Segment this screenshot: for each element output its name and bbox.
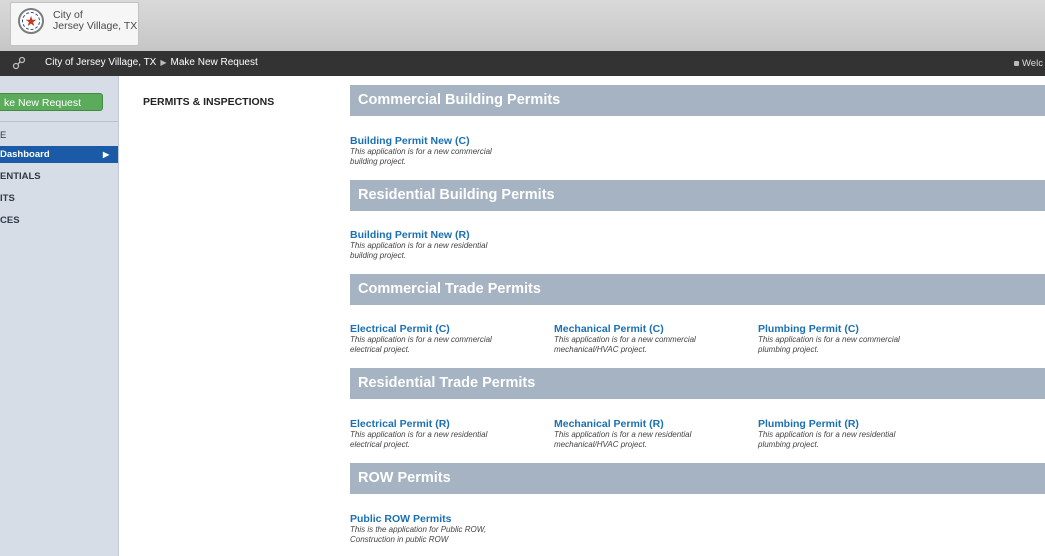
sidebar-item-label: Dashboard (0, 149, 50, 160)
city-seal-icon: ★ (18, 8, 44, 34)
sidebar-item-home[interactable]: E (0, 129, 118, 143)
sidebar-item-label: CES (0, 215, 20, 226)
sidebar-item-invoices[interactable]: CES (0, 214, 118, 228)
sidebar-item-label: E (0, 130, 7, 141)
sidebar-item-label: ENTIALS (0, 171, 41, 182)
permit-description: This application is for a new commercial (554, 335, 696, 344)
permit-link[interactable]: Building Permit New (R) (350, 229, 540, 241)
permit-description: This application is for a new commercial (350, 335, 492, 344)
chevron-right-icon: ▶ (160, 58, 167, 67)
link-icon[interactable] (12, 56, 26, 70)
permit-description: This is the application for Public ROW, (350, 525, 487, 534)
permit-card: Building Permit New (C) This application… (350, 135, 540, 166)
permit-card: Electrical Permit (R) This application i… (350, 418, 540, 449)
permit-description: mechanical/HVAC project. (554, 344, 647, 354)
chevron-right-icon: ▶ (103, 150, 110, 159)
permit-link[interactable]: Electrical Permit (C) (350, 323, 540, 335)
permit-description: plumbing project. (758, 344, 819, 354)
city-name-line2: Jersey Village, TX (53, 20, 138, 32)
permit-description: This application is for a new commercial (758, 335, 900, 344)
sidebar-item-label: ITS (0, 193, 15, 204)
permit-card: Public ROW Permits This is the applicati… (350, 513, 540, 544)
permit-card: Electrical Permit (C) This application i… (350, 323, 540, 354)
city-logo[interactable]: ★ City of Jersey Village, TX (10, 2, 139, 46)
permit-link[interactable]: Electrical Permit (R) (350, 418, 540, 430)
sidebar-item-credentials[interactable]: ENTIALS (0, 170, 118, 184)
sidebar-item-dashboard[interactable]: Dashboard ▶ (0, 146, 118, 163)
sidebar-divider (0, 121, 118, 122)
permit-card: Plumbing Permit (C) This application is … (758, 323, 948, 354)
category-header-row: ROW Permits (350, 463, 1045, 494)
sidebar: ke New Request E Dashboard ▶ ENTIALS ITS … (0, 76, 119, 556)
permit-link[interactable]: Plumbing Permit (R) (758, 418, 948, 430)
city-name: City of Jersey Village, TX (53, 10, 137, 32)
make-new-request-button[interactable]: ke New Request (0, 93, 103, 111)
permit-description: This application is for a new commercial (350, 147, 492, 156)
permit-link[interactable]: Public ROW Permits (350, 513, 540, 525)
permit-description: This application is for a new residentia… (350, 241, 488, 250)
permit-link[interactable]: Building Permit New (C) (350, 135, 540, 147)
permit-description: This application is for a new residentia… (758, 430, 896, 439)
welcome-text: Welc (1022, 58, 1043, 69)
permit-description: This application is for a new residentia… (350, 430, 488, 439)
permit-description: building project. (350, 156, 407, 166)
permit-description: This application is for a new residentia… (554, 430, 692, 439)
welcome-menu[interactable]: Welc (1014, 58, 1043, 69)
sidebar-item-permits[interactable]: ITS (0, 192, 118, 206)
breadcrumb: City of Jersey Village, TX ▶ Make New Requ… (45, 57, 258, 68)
category-header-commercial-trade: Commercial Trade Permits (350, 274, 1045, 305)
category-header-residential-building: Residential Building Permits (350, 180, 1045, 211)
permit-card: Mechanical Permit (R) This application i… (554, 418, 744, 449)
permit-description: Construction in public ROW (350, 534, 449, 544)
user-icon (1014, 61, 1019, 66)
category-header-commercial-building: Commercial Building Permits (350, 85, 1045, 116)
permit-description: building project. (350, 250, 407, 260)
permit-link[interactable]: Mechanical Permit (R) (554, 418, 744, 430)
category-header-residential-trade: Residential Trade Permits (350, 368, 1045, 399)
breadcrumb-item-city[interactable]: City of Jersey Village, TX (45, 57, 156, 68)
permit-description: electrical project. (350, 344, 411, 354)
top-header: ★ City of Jersey Village, TX (0, 0, 1045, 51)
permit-card: Building Permit New (R) This application… (350, 229, 540, 260)
permit-description: electrical project. (350, 439, 411, 449)
breadcrumb-item-current: Make New Request (170, 57, 258, 68)
permit-link[interactable]: Mechanical Permit (C) (554, 323, 744, 335)
permit-card: Plumbing Permit (R) This application is … (758, 418, 948, 449)
permit-link[interactable]: Plumbing Permit (C) (758, 323, 948, 335)
permit-description: mechanical/HVAC project. (554, 439, 647, 449)
permit-card: Mechanical Permit (C) This application i… (554, 323, 744, 354)
breadcrumb-bar: City of Jersey Village, TX ▶ Make New Requ… (0, 51, 1045, 76)
section-label: PERMITS & INSPECTIONS (143, 96, 275, 108)
permit-description: plumbing project. (758, 439, 819, 449)
